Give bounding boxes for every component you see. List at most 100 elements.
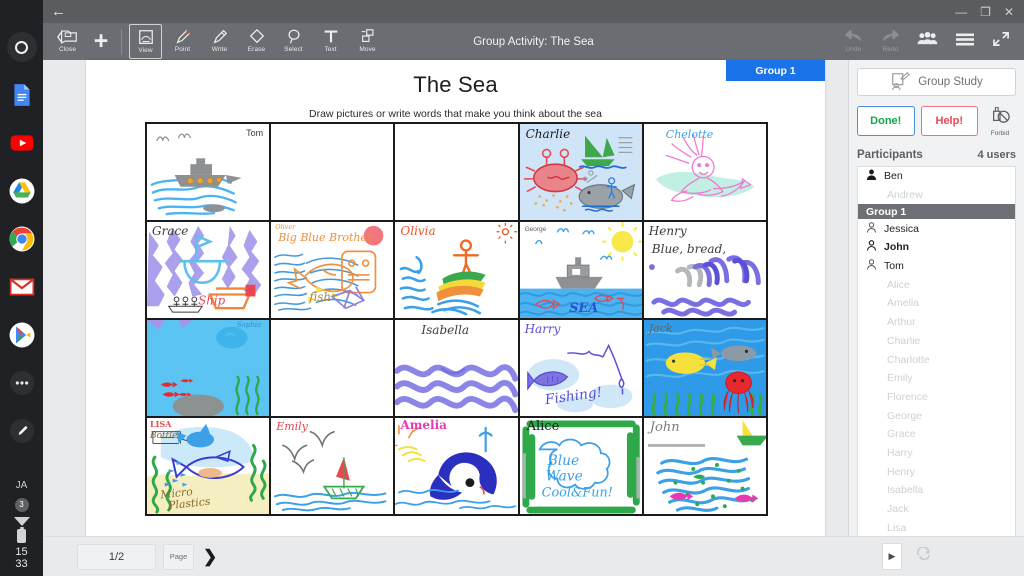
participant-row[interactable]: Emily [858, 369, 1015, 388]
grid-cell-henry[interactable]: Henry Blue, bread, [643, 222, 766, 318]
participant-row[interactable]: Florence [858, 388, 1015, 407]
activity-grid: Tom Charlie Chelotte Ship Grace Oliver B… [145, 122, 768, 516]
tool-point[interactable]: Point [166, 24, 199, 59]
close-window-button[interactable]: ✕ [1004, 6, 1014, 18]
participant-row[interactable]: Lisa [858, 518, 1015, 537]
add-page-button[interactable]: + [86, 24, 116, 59]
grid-cell-tom[interactable]: Tom [147, 124, 270, 220]
close-book-icon [56, 26, 79, 45]
page-label-button[interactable]: Page [163, 543, 194, 570]
pointer-pen-icon [174, 26, 192, 45]
participant-row[interactable]: Isabella [858, 481, 1015, 500]
grid-cell-alice[interactable]: Blue Wave Cool&Fun! Alice [519, 418, 642, 514]
tool-text-label: Text [324, 46, 337, 53]
play-store-icon[interactable] [0, 311, 43, 359]
close-document-button[interactable]: Close [51, 24, 84, 59]
grid-cell-chelotte[interactable]: Chelotte [643, 124, 766, 220]
group-chip[interactable]: Group 1 [726, 60, 825, 81]
grid-cell-george[interactable]: SEA George [519, 222, 642, 318]
grid-cell-empty-2[interactable] [395, 124, 518, 220]
notification-badge[interactable]: 3 [0, 496, 43, 514]
chrome-icon[interactable] [0, 215, 43, 263]
stylus-icon[interactable] [0, 407, 43, 455]
forbid-button[interactable]: Forbid [984, 104, 1016, 137]
help-button[interactable]: Help! [920, 105, 978, 136]
done-button[interactable]: Done! [857, 105, 915, 136]
participants-button[interactable] [911, 24, 944, 59]
grid-cell-isabella[interactable]: Isabella [395, 320, 518, 416]
refresh-icon[interactable] [916, 545, 932, 567]
worksheet-page[interactable]: The Sea Draw pictures or write words tha… [86, 60, 825, 540]
participant-name: Henry [887, 465, 916, 478]
grid-cell-john[interactable]: John [643, 418, 766, 514]
back-arrow-icon[interactable]: ← [51, 4, 66, 19]
tool-erase[interactable]: Erase [240, 24, 273, 59]
grid-cell-oliver[interactable]: Oliver Big Blue Brother fish [271, 222, 394, 318]
participant-row[interactable]: Charlotte [858, 350, 1015, 369]
next-page-button[interactable]: ❯ [203, 548, 217, 565]
wifi-icon[interactable] [0, 517, 43, 526]
play-panel-button[interactable]: ▶ [882, 543, 902, 570]
tool-move[interactable]: Move [351, 24, 384, 59]
participant-name: John [884, 241, 910, 254]
participant-row[interactable]: Grace [858, 425, 1015, 444]
more-apps-icon[interactable] [0, 359, 43, 407]
battery-icon[interactable] [0, 527, 43, 543]
svg-text:SEA: SEA [569, 301, 598, 316]
undo-button[interactable]: Undo [837, 24, 870, 59]
maximize-button[interactable]: ❐ [980, 6, 991, 18]
grid-cell-olivia[interactable]: Olivia [395, 222, 518, 318]
participant-row[interactable]: Amelia [858, 294, 1015, 313]
group-study-button[interactable]: Group Study [857, 68, 1016, 96]
participants-list[interactable]: Ben Andrew Group 1 Jessica John Tom Alic… [857, 166, 1016, 576]
participant-row[interactable]: Henry [858, 462, 1015, 481]
participant-row[interactable]: Jessica [858, 219, 1015, 238]
participant-row[interactable]: Ben [858, 167, 1015, 186]
drive-icon[interactable] [0, 167, 43, 215]
tool-select[interactable]: Select [277, 24, 310, 59]
minimize-button[interactable]: — [955, 6, 967, 18]
window-titlebar: ← — ❐ ✕ [43, 0, 1024, 23]
grid-cell-grace[interactable]: Ship Grace [147, 222, 270, 318]
participant-name: Andrew [887, 189, 923, 202]
tool-write[interactable]: Write [203, 24, 236, 59]
grid-cell-empty-3[interactable] [271, 320, 394, 416]
participant-row[interactable]: Charlie [858, 332, 1015, 351]
grid-cell-harry[interactable]: Fishing! Harry [519, 320, 642, 416]
launcher-bar: JA 3 15 33 [0, 0, 43, 576]
group-header[interactable]: Group 1 [858, 204, 1015, 220]
home-circle-icon[interactable] [0, 23, 43, 71]
participant-row[interactable]: Andrew [858, 186, 1015, 205]
participant-row[interactable]: Harry [858, 444, 1015, 463]
participant-row[interactable]: Jack [858, 500, 1015, 519]
system-status-tray[interactable]: JA 3 15 33 [0, 479, 43, 576]
tool-view[interactable]: View [129, 24, 162, 59]
eraser-icon [248, 26, 266, 45]
participant-name: Ben [884, 170, 903, 183]
participant-row[interactable]: Alice [858, 275, 1015, 294]
participant-row[interactable]: Arthur [858, 313, 1015, 332]
participant-row[interactable]: Tom [858, 257, 1015, 276]
participant-row[interactable]: George [858, 406, 1015, 425]
move-icon [359, 26, 377, 45]
fullscreen-button[interactable] [985, 24, 1018, 59]
workspace: The Sea Draw pictures or write words tha… [43, 60, 1024, 576]
docs-icon[interactable] [0, 71, 43, 119]
grid-cell-amelia[interactable]: Amelia [395, 418, 518, 514]
grid-cell-jack[interactable]: Jack [643, 320, 766, 416]
participant-row[interactable]: John [858, 238, 1015, 257]
grid-cell-sophia[interactable]: Sophia [147, 320, 270, 416]
gmail-icon[interactable] [0, 263, 43, 311]
canvas-area[interactable]: The Sea Draw pictures or write words tha… [43, 60, 848, 576]
hamburger-menu-button[interactable] [948, 24, 981, 59]
grid-cell-empty-1[interactable] [271, 124, 394, 220]
tool-text[interactable]: Text [314, 24, 347, 59]
grid-cell-lisa[interactable]: Micro Plastics LISA Bottle [147, 418, 270, 514]
redo-button[interactable]: Redo [874, 24, 907, 59]
grid-cell-charlie[interactable]: Charlie [519, 124, 642, 220]
avatar [866, 259, 877, 273]
grid-cell-emily[interactable]: Emily [271, 418, 394, 514]
input-method-indicator[interactable]: JA [0, 479, 43, 493]
page-indicator[interactable]: 1/2 [77, 543, 156, 570]
youtube-icon[interactable] [0, 119, 43, 167]
